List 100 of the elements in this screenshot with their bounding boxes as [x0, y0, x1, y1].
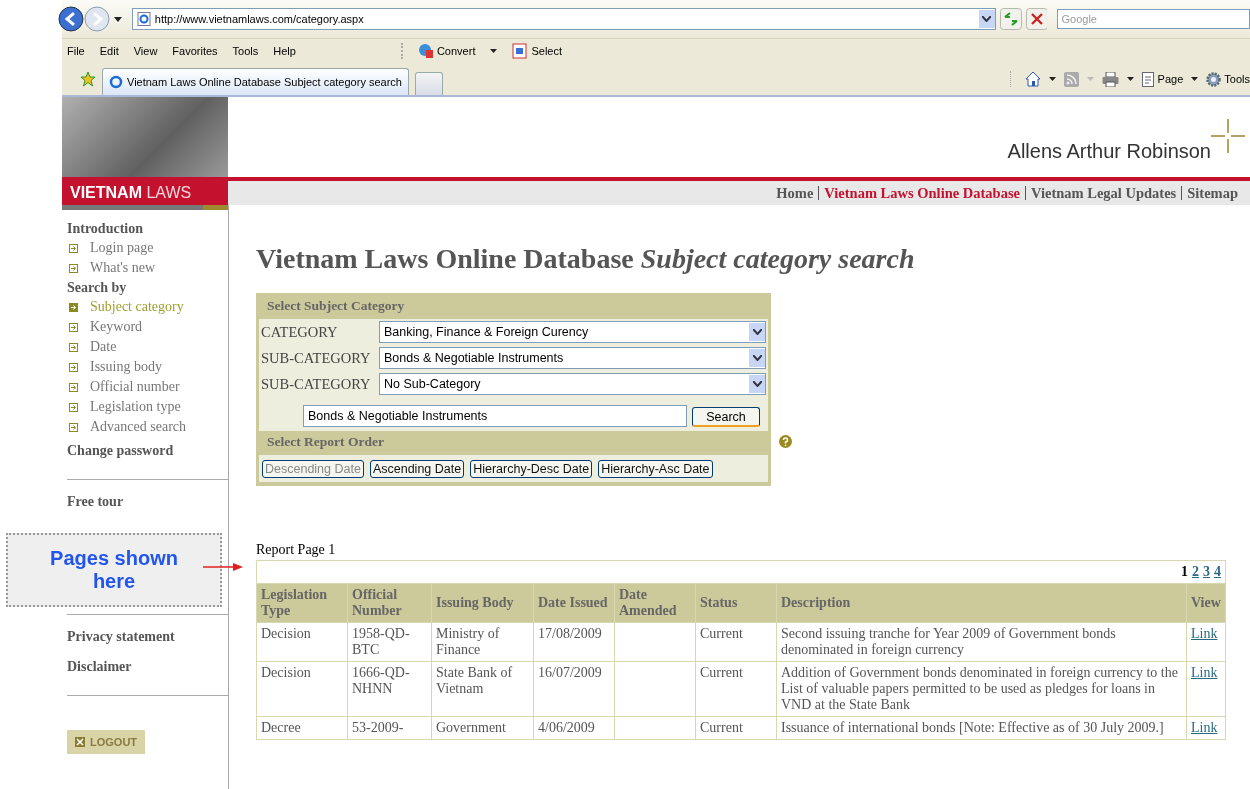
search-button[interactable]: Search [692, 407, 760, 427]
view-link[interactable]: Link [1191, 665, 1218, 680]
sidebar-link[interactable]: Login page [69, 240, 228, 256]
sidebar-link[interactable]: Privacy statement [67, 629, 228, 645]
sidebar-link[interactable]: Change password [67, 443, 228, 459]
arrow-square-icon [69, 302, 78, 312]
arrow-square-icon [69, 362, 78, 372]
arrow-icon [203, 562, 243, 572]
printer-icon[interactable] [1101, 71, 1119, 87]
sidebar-link[interactable]: Issuing body [69, 359, 228, 375]
caret-icon[interactable] [1191, 77, 1199, 81]
arrow-square-icon [69, 322, 78, 332]
sidebar-link[interactable]: Keyword [69, 319, 228, 335]
toolbar-button[interactable]: Convert [417, 43, 476, 59]
caret-icon[interactable] [1048, 77, 1056, 81]
close-box-icon [75, 737, 85, 747]
sidebar-link[interactable]: Free tour [67, 494, 228, 510]
sidebar-heading: Search by [67, 280, 128, 296]
brand-name: Allens Arthur Robinson [1007, 140, 1211, 163]
nav-link[interactable]: Vietnam Legal Updates [1031, 184, 1177, 202]
star-icon[interactable] [80, 71, 96, 87]
sidebar-link[interactable]: Official number [69, 379, 228, 395]
dropdown[interactable]: Bonds & Negotiable Instruments [379, 347, 766, 369]
nav-link[interactable]: Vietnam Laws Online Database [824, 184, 1020, 202]
menu-item[interactable]: Edit [99, 45, 119, 57]
order-button[interactable]: Hierarchy-Desc Date [470, 460, 593, 478]
stop-button[interactable] [1025, 8, 1048, 30]
page-title: Vietnam Laws Online Database Subject category search [256, 243, 916, 275]
callout-text: Pages shown here [49, 547, 179, 593]
table-cell: Ministry of Finance [431, 622, 534, 662]
order-button[interactable]: Hierarchy-Asc Date [598, 460, 713, 478]
table-cell: Addition of Government bonds denominated in foreign currency to the List of valuable papers permitted to be used as pledges for loans in VND at the State Bank [776, 661, 1187, 717]
arrow-square-icon [69, 382, 78, 392]
table-cell: 16/07/2009 [533, 661, 615, 717]
table-cell: 4/06/2009 [533, 716, 615, 740]
column-header: Description [776, 583, 1187, 623]
tools-menu-button[interactable]: Tools [1206, 71, 1250, 87]
table-cell: Current [695, 622, 777, 662]
table-cell: Current [695, 716, 777, 740]
select-icon [512, 43, 529, 59]
menu-item[interactable]: Tools [232, 45, 259, 57]
help-icon[interactable] [779, 435, 792, 448]
arrow-square-icon [69, 243, 78, 253]
arrow-square-icon [69, 402, 78, 412]
order-button[interactable]: Ascending Date [369, 460, 465, 478]
column-header: Date Amended [614, 583, 696, 623]
browser-logo-icon [109, 75, 123, 89]
sidebar-link[interactable]: Date [69, 339, 228, 355]
search-field[interactable]: Google [1057, 9, 1250, 29]
arrow-square-icon [69, 342, 78, 352]
menu-item[interactable]: View [133, 45, 158, 57]
globe-icon [417, 43, 434, 59]
toolbar-button[interactable]: Select [512, 43, 563, 59]
search-field[interactable]: Bonds & Negotiable Instruments [303, 405, 687, 427]
sidebar-heading: Introduction [67, 221, 144, 237]
column-header: Official Number [347, 583, 432, 623]
sidebar-link[interactable]: Legislation type [69, 399, 228, 415]
sidebar-link[interactable]: What's new [69, 260, 228, 276]
column-header: Status [695, 583, 777, 623]
dropdown[interactable]: Banking, Finance & Foreign Curency [379, 321, 766, 343]
caret-icon[interactable] [1126, 77, 1134, 81]
page-icon [136, 12, 151, 26]
gear-icon [1206, 71, 1222, 87]
menu-item[interactable]: Help [273, 45, 296, 57]
nav-link[interactable]: Sitemap [1187, 184, 1238, 202]
sidebar-link[interactable]: Advanced search [69, 419, 228, 435]
caret-icon[interactable] [490, 49, 498, 53]
home-icon[interactable] [1024, 71, 1041, 87]
table-cell: Decision [256, 661, 348, 717]
dropdown[interactable]: No Sub-Category [379, 373, 766, 395]
table-cell: 1958-QD-BTC [347, 622, 432, 662]
page-icon [1141, 71, 1155, 87]
address-field[interactable]: http://www.vietnamlaws.com/category.aspx [131, 8, 996, 30]
column-header: Issuing Body [431, 583, 534, 623]
arrow-square-icon [69, 422, 78, 432]
column-header: Date Issued [533, 583, 615, 623]
table-cell: Current [695, 661, 777, 717]
browser-tab[interactable]: Vietnam Laws Online Database Subject category search [102, 68, 409, 95]
table-cell: Decree [256, 716, 348, 740]
table-cell: 17/08/2009 [533, 622, 615, 662]
nav-link[interactable]: Home [776, 184, 814, 202]
table-cell: Second issuing tranche for Year 2009 of Government bonds denominated in foreign currency [776, 622, 1187, 662]
page-link[interactable]: 1 [1181, 564, 1188, 580]
field-label: SUB-CATEGORY [261, 375, 372, 393]
menu-item[interactable]: Favorites [172, 45, 218, 57]
page-menu-button[interactable]: Page [1141, 71, 1184, 87]
table-cell: Decision [256, 622, 348, 662]
back-button[interactable] [58, 6, 84, 32]
caret-icon[interactable] [113, 16, 122, 22]
field-label: SUB-CATEGORY [261, 349, 372, 367]
page-link[interactable]: 4 [1214, 564, 1221, 580]
field-label: CATEGORY [261, 323, 339, 341]
arrow-square-icon [69, 263, 78, 273]
menu-item[interactable]: File [67, 45, 85, 57]
sidebar-link[interactable]: Disclaimer [67, 659, 228, 675]
page-link[interactable]: 2 [1192, 564, 1199, 580]
report-title: Report Page 1 [256, 542, 337, 558]
page-link[interactable]: 3 [1203, 564, 1210, 580]
panel-heading: Select Report Order [266, 433, 385, 451]
table-cell: Government [431, 716, 534, 740]
